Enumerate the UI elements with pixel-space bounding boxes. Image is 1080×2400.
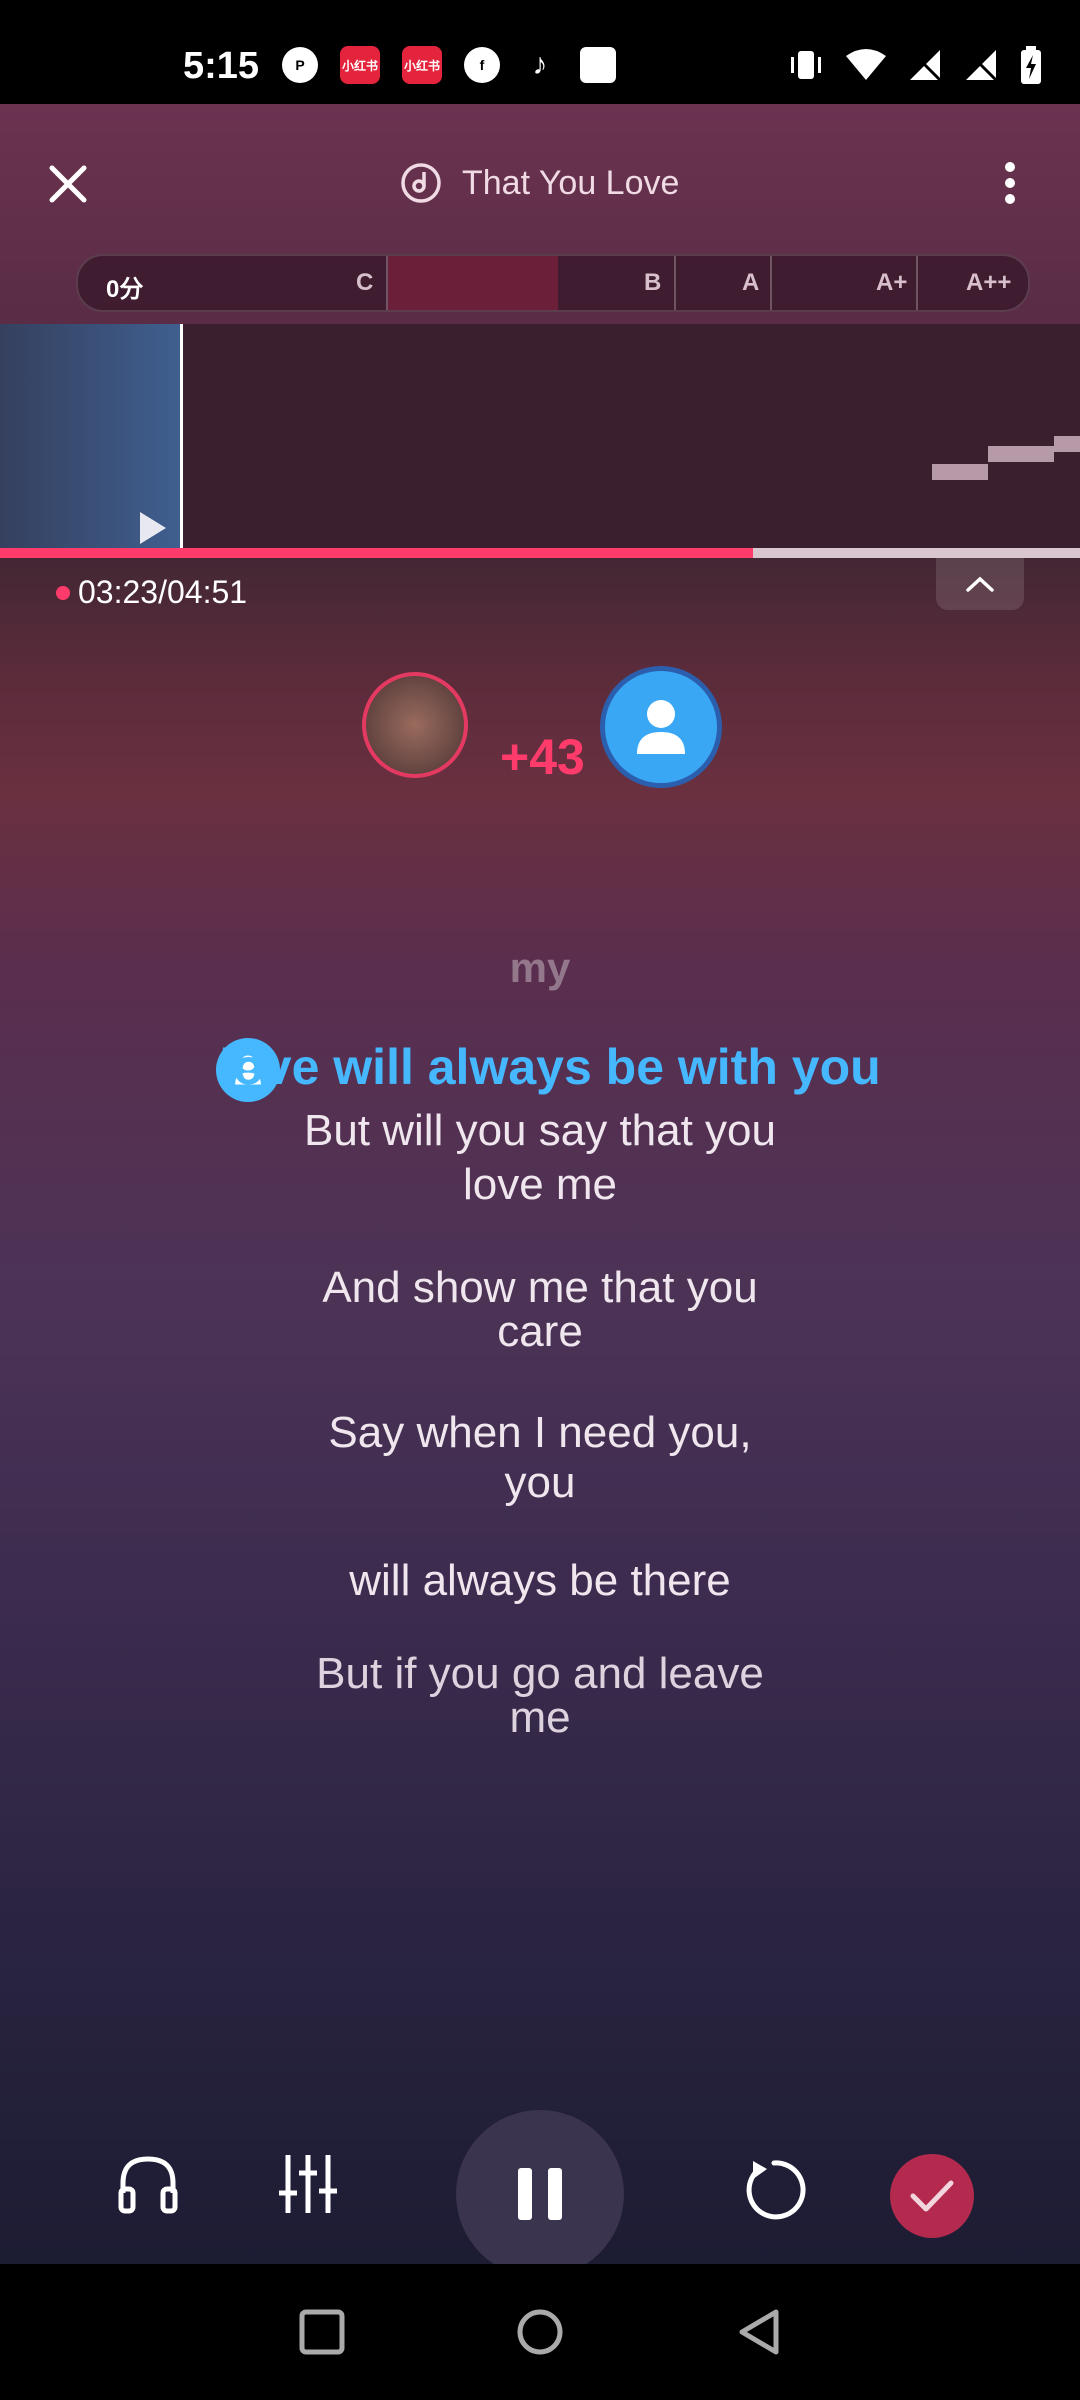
song-title: That You Love <box>400 162 679 204</box>
back-button[interactable] <box>734 2306 786 2358</box>
time-display: 03:23/04:51 <box>78 574 248 610</box>
pitch-note <box>1054 436 1080 452</box>
user-avatar[interactable] <box>600 666 722 788</box>
mixer-button[interactable] <box>272 2148 344 2220</box>
user-icon <box>637 700 685 754</box>
grade-a-plus: A+ <box>876 269 908 296</box>
signal-icon <box>964 48 998 82</box>
wallet-icon <box>580 47 616 83</box>
pitch-indicator-icon <box>140 512 166 544</box>
more-options-button[interactable] <box>990 156 1030 212</box>
status-time: 5:15 <box>183 45 260 87</box>
score-delta: +43 <box>500 729 585 785</box>
pitch-note <box>988 446 1054 462</box>
song-title-text: That You Love <box>462 163 680 202</box>
score-grade-bar: 0分 C B A A+ A++ <box>76 254 1030 312</box>
vibrate-icon <box>791 51 821 79</box>
grade-c: C <box>356 269 374 296</box>
xiaohongshu-icon: 小红书 <box>340 46 380 84</box>
partner-avatar[interactable] <box>362 672 468 778</box>
pause-icon <box>518 2168 532 2220</box>
song-progress-bar[interactable] <box>0 548 1080 558</box>
navigation-bar <box>0 2264 1080 2400</box>
grade-a-plus-plus: A++ <box>966 269 1012 296</box>
grade-a: A <box>742 269 760 296</box>
karaoke-screen: That You Love 0分 C B A A+ A++ 03:23/04:5… <box>0 104 1080 2278</box>
signal-icon <box>908 48 942 82</box>
finish-button[interactable] <box>890 2154 974 2238</box>
facebook-icon: f <box>464 47 500 83</box>
xiaohongshu-icon: 小红书 <box>402 46 442 84</box>
collapse-button[interactable] <box>936 558 1024 610</box>
circle-icon <box>517 2309 563 2355</box>
lyric-line: But will you say that you love me <box>303 1106 776 1209</box>
recents-button[interactable] <box>296 2306 348 2358</box>
lyric-line: But if you go and leave me <box>316 1649 764 1742</box>
current-lyric: love will always be with you <box>219 1039 881 1095</box>
previous-lyric: my <box>509 944 571 991</box>
system-icons <box>788 46 1042 84</box>
restart-icon <box>746 2160 806 2220</box>
notification-icons: P 小红书 小红书 f ♪ <box>282 46 616 84</box>
square-icon <box>299 2309 345 2355</box>
check-icon <box>910 2180 954 2212</box>
lyric-line: And show me that you care <box>322 1263 758 1356</box>
home-button[interactable] <box>514 2306 566 2358</box>
grade-b: B <box>644 269 662 296</box>
score-segment-highlight <box>388 256 558 310</box>
pitch-visualizer <box>0 324 1080 552</box>
current-score: 0分 <box>106 276 144 303</box>
restart-button[interactable] <box>736 2152 812 2228</box>
equalizer-icon <box>279 2155 337 2213</box>
more-vertical-icon <box>1005 162 1015 172</box>
song-progress-fill <box>0 548 753 558</box>
status-bar: 5:15 P 小红书 小红书 f ♪ <box>0 0 1080 104</box>
top-bar: That You Love <box>0 104 1080 254</box>
chevron-up-icon <box>966 576 994 592</box>
pitch-note <box>932 464 988 480</box>
lyric-line: will always be there <box>349 1556 731 1605</box>
pitch-cursor <box>180 324 183 552</box>
music-disc-icon <box>401 163 441 203</box>
headphones-icon <box>118 2156 178 2214</box>
close-button[interactable] <box>40 156 96 212</box>
notification-p-icon: P <box>282 47 318 83</box>
battery-charging-icon <box>1021 46 1041 84</box>
recording-dot-icon <box>56 585 70 600</box>
close-icon <box>49 165 87 203</box>
playback-time: 03:23/04:51 <box>56 574 247 611</box>
wifi-icon <box>846 49 886 80</box>
back-triangle-icon <box>739 2309 779 2355</box>
tiktok-icon: ♪ <box>532 48 548 81</box>
headphones-button[interactable] <box>112 2148 184 2220</box>
lyric-line: Say when I need you, you <box>328 1408 752 1507</box>
pause-button[interactable] <box>456 2110 624 2278</box>
